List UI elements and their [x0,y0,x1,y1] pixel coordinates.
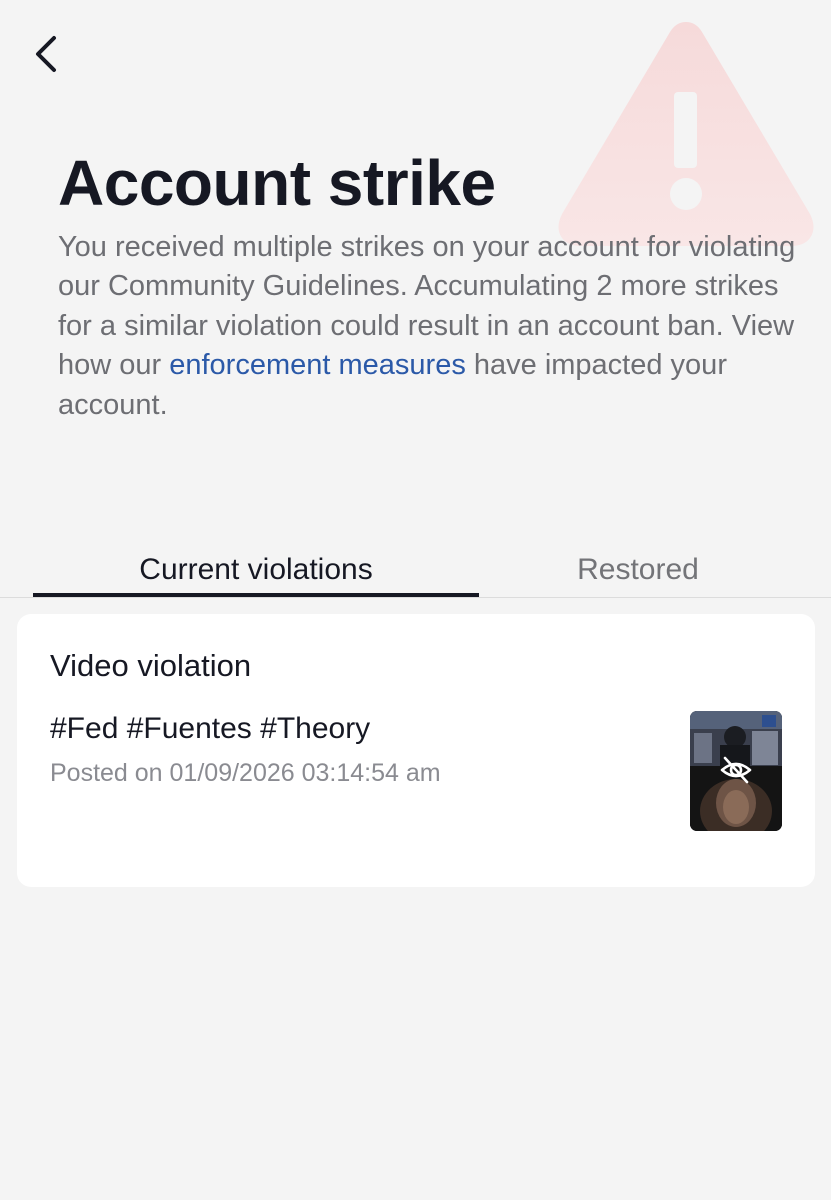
posted-timestamp: Posted on 01/09/2026 03:14:54 am [50,759,441,787]
eye-off-icon [719,755,753,785]
violation-card[interactable]: Video violation #Fed #Fuentes #Theory Po… [17,614,815,887]
tab-current-violations[interactable]: Current violations [33,540,479,598]
page-title: Account strike [58,147,496,219]
violation-tabs: Current violations Restored [0,540,831,598]
warning-triangle-icon [555,14,817,250]
strike-description: You received multiple strikes on your ac… [58,228,798,425]
tab-restored[interactable]: Restored [480,540,796,598]
chevron-left-icon [32,34,60,79]
violation-type: Video violation [50,648,252,683]
video-thumbnail[interactable] [690,711,782,831]
video-caption[interactable]: #Fed #Fuentes #Theory [50,708,370,750]
back-button[interactable] [22,30,70,82]
tab-divider [0,597,831,598]
enforcement-measures-link[interactable]: enforcement measures [169,349,466,381]
